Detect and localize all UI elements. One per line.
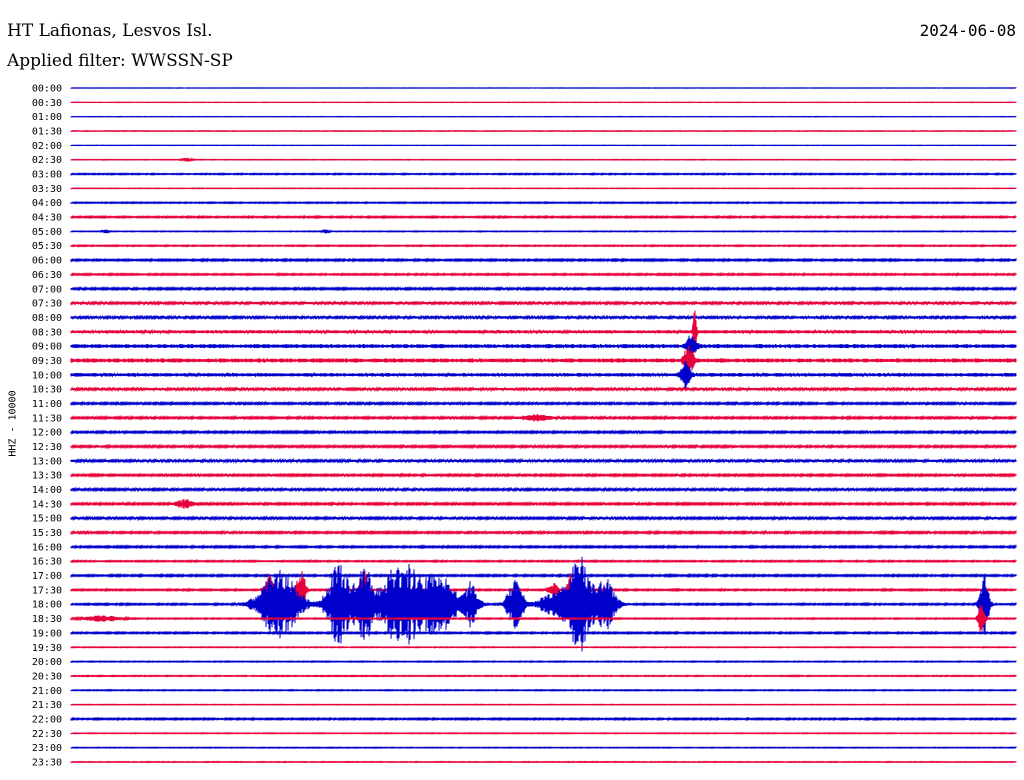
row-time-label: 01:30 [32,127,62,138]
trace-row-2100 [70,688,1017,692]
row-time-label: 17:00 [32,571,62,582]
trace-row-2200 [70,716,1017,722]
row-time-label: 04:00 [32,198,62,209]
trace-row-1430 [70,498,1017,509]
trace-row-1700 [70,572,1017,579]
trace-row-0730 [70,299,1017,307]
row-time-label: 02:00 [32,141,62,152]
row-time-label: 12:00 [32,428,62,439]
row-time-label: 16:30 [32,557,62,568]
trace-row-1330 [70,472,1017,479]
trace-row-0400 [70,200,1017,205]
trace-row-1630 [70,558,1017,564]
row-time-label: 22:30 [32,729,62,740]
trace-row-1530 [70,529,1017,536]
helicorder-plot: 00:00 00:30 01:00 01:30 02:00 02:30 03:00 03:30… [32,84,1017,768]
row-time-label: 08:00 [32,313,62,324]
row-time-label: 03:00 [32,170,62,181]
row-time-label: 17:30 [32,585,62,596]
trace-row-1500 [70,515,1017,522]
row-time-label: 14:30 [32,499,62,510]
row-time-label: 16:00 [32,542,62,553]
trace-row-1930 [70,645,1017,649]
trace-row-1230 [70,443,1017,450]
row-time-label: 10:30 [32,385,62,396]
row-time-label: 21:00 [32,686,62,697]
trace-row-0300 [70,172,1017,176]
trace-row-0900 [70,335,1017,357]
row-time-label: 03:30 [32,184,62,195]
row-time-label: 05:30 [32,241,62,252]
row-time-label: 07:00 [32,284,62,295]
trace-row-0230 [70,157,1017,163]
trace-row-1030 [70,386,1017,393]
row-time-label: 07:30 [32,299,62,310]
row-time-label: 06:30 [32,270,62,281]
row-time-label: 22:00 [32,714,62,725]
row-time-label: 11:30 [32,413,62,424]
trace-row-1000 [70,361,1017,389]
trace-row-1400 [70,486,1017,493]
trace-row-2300 [70,746,1017,750]
row-time-label: 18:30 [32,614,62,625]
row-time-label: 19:30 [32,643,62,654]
row-time-label: 09:00 [32,342,62,353]
row-time-label: 12:30 [32,442,62,453]
trace-row-0700 [70,285,1017,292]
trace-row-1130 [70,413,1017,422]
row-time-label: 23:00 [32,743,62,754]
trace-row-1100 [70,400,1017,407]
trace-row-0930 [70,345,1017,376]
trace-row-0530 [70,243,1017,248]
trace-row-1300 [70,457,1017,464]
trace-row-1200 [70,429,1017,436]
row-time-label: 04:30 [32,213,62,224]
row-time-label: 00:00 [32,84,62,95]
row-time-label: 02:30 [32,155,62,166]
trace-row-0600 [70,257,1017,263]
row-time-label: 20:00 [32,657,62,668]
row-time-label: 23:30 [32,757,62,768]
row-time-label: 14:00 [32,485,62,496]
row-time-label: 05:00 [32,227,62,238]
row-time-label: 10:00 [32,370,62,381]
trace-row-1900 [70,630,1017,636]
row-time-label: 19:00 [32,628,62,639]
seismogram-page: HT Lafionas, Lesvos Isl. 2024-06-08 Appl… [0,0,1024,780]
trace-row-2230 [70,731,1017,735]
trace-row-0630 [70,271,1017,277]
trace-row-0430 [70,214,1017,220]
trace-row-2330 [70,760,1017,764]
trace-row-2000 [70,659,1017,664]
row-time-label: 06:00 [32,256,62,267]
trace-row-0800 [70,314,1017,321]
row-time-label: 11:00 [32,399,62,410]
trace-row-0130 [70,129,1017,133]
row-time-label: 01:00 [32,112,62,123]
trace-row-2130 [70,703,1017,706]
trace-row-2030 [70,674,1017,678]
trace-row-0500 [70,228,1017,234]
trace-row-1800 [70,556,1017,652]
row-time-label: 15:00 [32,514,62,525]
row-time-label: 20:30 [32,671,62,682]
row-time-label: 08:30 [32,327,62,338]
row-time-label: 09:30 [32,356,62,367]
row-time-label: 00:30 [32,98,62,109]
row-time-label: 18:00 [32,600,62,611]
trace-row-1600 [70,544,1017,550]
row-time-label: 13:00 [32,456,62,467]
row-time-label: 15:30 [32,528,62,539]
row-time-label: 21:30 [32,700,62,711]
trace-row-0330 [70,187,1017,190]
row-time-label: 13:30 [32,471,62,482]
